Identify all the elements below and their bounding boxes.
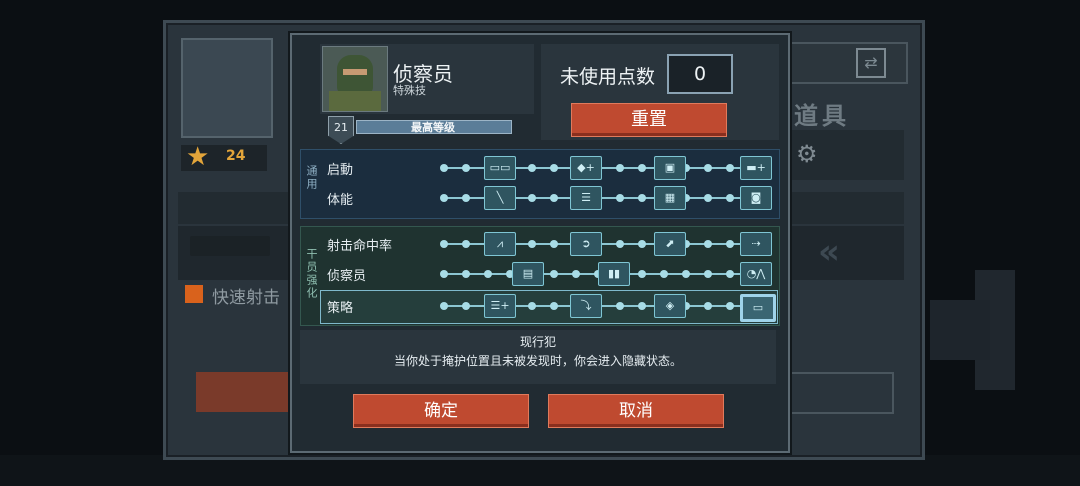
points-value: 0 <box>667 54 733 94</box>
reset-button[interactable]: 重置 <box>571 103 727 137</box>
skill-node[interactable]: ▦ <box>654 186 686 210</box>
skill-dot <box>550 194 558 202</box>
row-label: 侦察员 <box>327 269 367 284</box>
group-tag: 通用 <box>305 165 318 191</box>
swap-icon: ⇄ <box>856 48 886 78</box>
points-label: 未使用点数 <box>560 66 656 88</box>
skill-node[interactable]: ◙ <box>740 186 772 210</box>
skill-node[interactable]: ╲ <box>484 186 516 210</box>
skill-dot <box>440 164 448 172</box>
fast-fire-icon <box>185 285 203 303</box>
skill-dot <box>616 240 624 248</box>
skill-dot <box>638 240 646 248</box>
skill-node[interactable]: ▭▭ <box>484 156 516 180</box>
skill-dot <box>616 194 624 202</box>
skill-dot <box>528 240 536 248</box>
skill-dot <box>550 164 558 172</box>
skill-node[interactable]: ⩘ <box>484 232 516 256</box>
skill-dot <box>440 194 448 202</box>
skill-dot <box>462 270 470 278</box>
row-label: 射击命中率 <box>327 239 393 254</box>
skill-dot <box>726 270 734 278</box>
skill-dot <box>726 302 734 310</box>
skill-dot <box>528 194 536 202</box>
skill-node-selected[interactable]: ▭ <box>740 294 776 322</box>
skill-description: 当你处于掩护位置且未被发现时，你会进入隐藏状态。 <box>393 354 682 368</box>
skill-dot <box>726 194 734 202</box>
avatar <box>322 46 388 112</box>
skill-dot <box>462 302 470 310</box>
skill-node[interactable]: ▮▮ <box>598 262 630 286</box>
group-general <box>300 149 780 219</box>
skill-dot <box>682 270 690 278</box>
skill-dot <box>462 240 470 248</box>
skill-dot <box>704 240 712 248</box>
skill-dot <box>726 240 734 248</box>
skill-dot <box>660 270 668 278</box>
class-subtitle: 特殊技 <box>393 84 426 97</box>
cancel-button[interactable]: 取消 <box>548 394 724 428</box>
skill-node[interactable]: ➲ <box>570 232 602 256</box>
item-icon: ⚙ <box>796 140 818 168</box>
skill-dot <box>462 194 470 202</box>
skill-dot <box>704 270 712 278</box>
skill-node[interactable]: ▤ <box>512 262 544 286</box>
skill-dot <box>616 302 624 310</box>
background-top-field <box>788 42 908 84</box>
skill-dot <box>572 270 580 278</box>
skill-dot <box>704 194 712 202</box>
skill-dot <box>638 194 646 202</box>
skill-node[interactable]: ◔⋀ <box>740 262 772 286</box>
confirm-button[interactable]: 确定 <box>353 394 529 428</box>
fast-fire-label: 快速射击 <box>212 288 280 308</box>
skill-dot <box>550 302 558 310</box>
background-portrait <box>181 38 273 138</box>
skill-dot <box>462 164 470 172</box>
background-prop <box>930 300 990 360</box>
skill-node[interactable]: ☰ <box>570 186 602 210</box>
skill-dot <box>704 302 712 310</box>
row-label: 体能 <box>327 193 354 208</box>
chevron-left-icon: « <box>818 232 840 272</box>
star-icon: ★ <box>186 142 210 172</box>
background-button <box>196 372 288 412</box>
skill-dot <box>440 240 448 248</box>
skill-dot <box>550 240 558 248</box>
row-label: 策略 <box>327 301 354 316</box>
row-label: 启動 <box>327 163 354 178</box>
gun-icon <box>190 236 270 256</box>
skill-dot <box>704 164 712 172</box>
skill-dot <box>550 270 558 278</box>
skill-node[interactable]: ☰+ <box>484 294 516 318</box>
items-title: 道具 <box>794 102 850 130</box>
group-tag: 干员强化 <box>305 248 318 300</box>
skill-dot <box>528 302 536 310</box>
skill-dot <box>440 302 448 310</box>
background-level: 24 <box>226 148 246 164</box>
skill-dot <box>638 270 646 278</box>
skill-dot <box>726 164 734 172</box>
skill-node[interactable]: ⤵ <box>570 294 602 318</box>
skill-node[interactable]: ⬈ <box>654 232 686 256</box>
skill-node[interactable]: ▬+ <box>740 156 772 180</box>
skill-node[interactable]: ▣ <box>654 156 686 180</box>
skill-node[interactable]: ⇢ <box>740 232 772 256</box>
skill-dot <box>484 270 492 278</box>
skill-dot <box>528 164 536 172</box>
level-bar-label: 最高等级 <box>411 121 455 134</box>
skill-node[interactable]: ◆+ <box>570 156 602 180</box>
skill-dot <box>638 164 646 172</box>
skill-node[interactable]: ◈ <box>654 294 686 318</box>
skill-dot <box>616 164 624 172</box>
skill-dot <box>638 302 646 310</box>
skill-name: 现行犯 <box>519 335 556 349</box>
skill-dot <box>440 270 448 278</box>
background-field <box>788 372 894 414</box>
